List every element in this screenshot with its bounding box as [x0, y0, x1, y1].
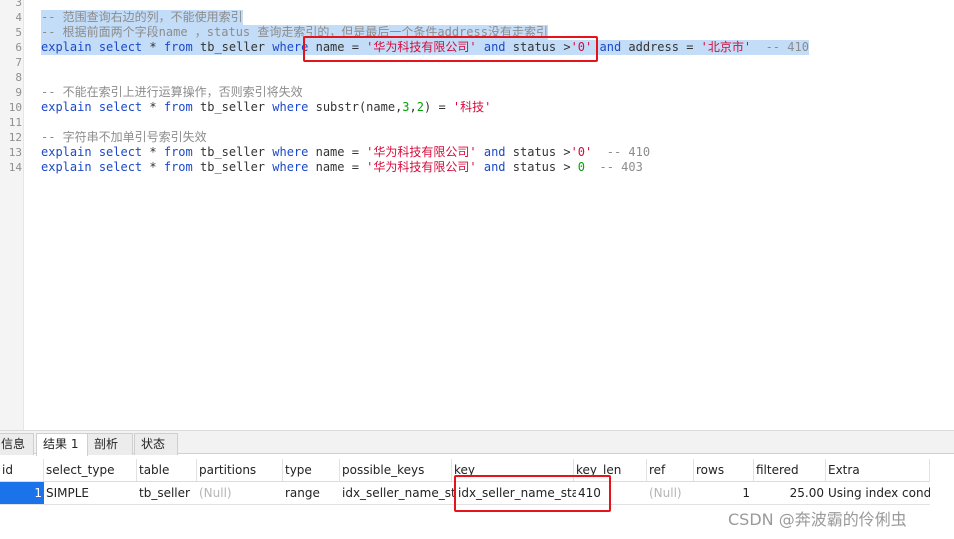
line-number: 8: [15, 71, 22, 84]
line-number: 14: [8, 161, 22, 174]
line-number: 4: [15, 11, 22, 24]
sql-editor[interactable]: 3 4 -- 范围查询右边的列，不能使用索引 5 -- 根据前面两个字段name…: [0, 0, 954, 430]
cell-rows[interactable]: 1: [694, 482, 752, 504]
editor-line: 3: [0, 0, 954, 10]
line-number: 11: [8, 116, 22, 129]
watermark: CSDN @奔波霸的伶俐虫: [728, 510, 907, 529]
column-header-partitions[interactable]: partitions: [197, 459, 283, 481]
cell-select-type[interactable]: SIMPLE: [44, 482, 137, 504]
result-tab-bar: 信息 结果 1 剖析 状态: [0, 430, 954, 456]
editor-line: 4 -- 范围查询右边的列，不能使用索引: [0, 10, 954, 25]
cell-partitions[interactable]: (Null): [197, 482, 283, 504]
editor-line: 8: [0, 70, 954, 85]
cell-table[interactable]: tb_seller: [137, 482, 197, 504]
cell-ref[interactable]: (Null): [647, 482, 694, 504]
cell-type[interactable]: range: [283, 482, 340, 504]
line-number: 7: [15, 56, 22, 69]
line-number: 10: [8, 101, 22, 114]
sql-statement: explain select * from tb_seller where na…: [41, 145, 651, 159]
sql-statement: explain select * from tb_seller where su…: [41, 100, 492, 114]
editor-line: 11: [0, 115, 954, 130]
cell-filtered[interactable]: 25.00: [754, 482, 826, 504]
cell-extra[interactable]: Using index cond: [826, 482, 930, 504]
tab-profile[interactable]: 剖析: [87, 433, 133, 455]
comment-text: -- 范围查询右边的列，不能使用索引: [41, 10, 243, 25]
line-number: 13: [8, 146, 22, 159]
comment-text: -- 不能在索引上进行运算操作，否则索引将失效: [41, 85, 303, 99]
highlight-box-condition: [303, 36, 598, 62]
column-header-select-type[interactable]: select_type: [44, 459, 137, 481]
cell-possible-keys[interactable]: idx_seller_name_sta: [340, 482, 456, 504]
line-number: 3: [15, 0, 22, 9]
column-header-ref[interactable]: ref: [647, 459, 694, 481]
column-header-rows[interactable]: rows: [694, 459, 754, 481]
editor-line: 10 explain select * from tb_seller where…: [0, 100, 954, 115]
line-number: 9: [15, 86, 22, 99]
sql-statement: explain select * from tb_seller where na…: [41, 160, 643, 174]
tab-status[interactable]: 状态: [134, 433, 178, 455]
column-header-possible-keys[interactable]: possible_keys: [340, 459, 452, 481]
column-header-type[interactable]: type: [283, 459, 340, 481]
tab-result-1[interactable]: 结果 1: [36, 433, 88, 456]
cell-id[interactable]: 1: [0, 482, 44, 504]
line-number: 5: [15, 26, 22, 39]
tab-info[interactable]: 信息: [0, 433, 34, 455]
editor-line: 14 explain select * from tb_seller where…: [0, 160, 954, 175]
editor-line: 9 -- 不能在索引上进行运算操作，否则索引将失效: [0, 85, 954, 100]
line-number: 6: [15, 41, 22, 54]
editor-line: 12 -- 字符串不加单引号索引失效: [0, 130, 954, 145]
line-number: 12: [8, 131, 22, 144]
highlight-box-key: [454, 475, 611, 512]
column-header-extra[interactable]: Extra: [826, 459, 930, 481]
column-header-table[interactable]: table: [137, 459, 197, 481]
column-header-filtered[interactable]: filtered: [754, 459, 826, 481]
comment-text: -- 字符串不加单引号索引失效: [41, 130, 207, 144]
editor-line: 13 explain select * from tb_seller where…: [0, 145, 954, 160]
column-header-id[interactable]: id: [0, 459, 44, 481]
